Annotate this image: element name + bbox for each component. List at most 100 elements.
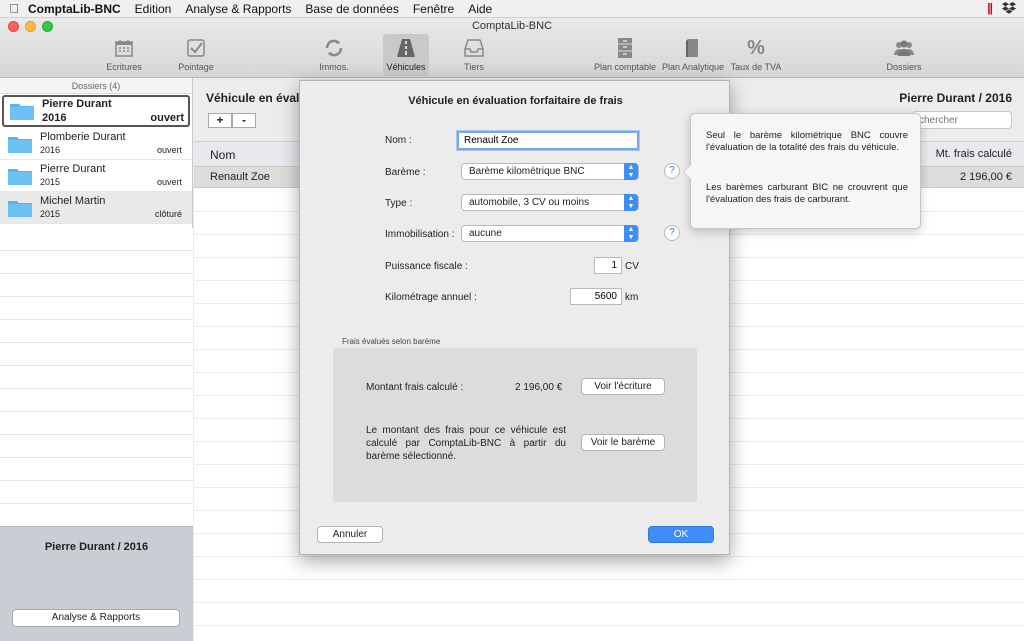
column-header-nom[interactable]: Nom (210, 148, 235, 162)
folder-year: 2016 (42, 112, 67, 124)
kilometrage-label: Kilométrage annuel : (385, 292, 477, 303)
menu-edition[interactable]: Edition (135, 2, 172, 16)
cell-nom: Renault Zoe (210, 171, 270, 183)
zoom-window-button[interactable] (42, 21, 53, 32)
current-dossier: Pierre Durant / 2016 (44, 541, 149, 553)
folder-status: ouvert (150, 112, 184, 124)
toolbar-label: Pointage (178, 62, 214, 72)
calendar-icon (115, 40, 133, 57)
type-label: Type : (385, 198, 413, 209)
sidebar-header: Dossiers (4) (0, 78, 192, 94)
nom-input[interactable] (457, 131, 639, 150)
road-icon (397, 39, 415, 57)
popover-paragraph: Les barèmes carburant BIC ne crouvrent q… (706, 182, 908, 205)
menubar:  ComptaLib-BNC Edition Analyse & Rappor… (0, 0, 1024, 18)
ok-button[interactable]: OK (648, 526, 714, 543)
sidebar-folder-item[interactable]: Michel Martin 2015 clôturé (0, 192, 192, 224)
toolbar-immos[interactable]: Immos. (312, 34, 356, 76)
toolbar-taux-tva[interactable]: % Taux de TVA (728, 34, 784, 76)
folder-icon (10, 104, 34, 120)
help-popover: Seul le barème kilométrique BNC couvre l… (683, 113, 921, 229)
cancel-button[interactable]: Annuler (317, 526, 383, 543)
folder-name: Michel Martin (40, 195, 106, 207)
toolbar-label: Taux de TVA (730, 62, 782, 72)
apple-icon[interactable]:  (0, 1, 28, 16)
close-window-button[interactable] (8, 21, 19, 32)
cell-montant: 2 196,00 € (960, 171, 1012, 183)
frais-group-box: Montant frais calculé : 2 196,00 € Voir … (333, 348, 697, 502)
folder-status: ouvert (156, 177, 182, 187)
people-icon (894, 40, 914, 56)
chevron-updown-icon: ▲ ▼ (624, 194, 638, 211)
folder-status: ouvert (156, 145, 182, 155)
toolbar: Ecritures Pointage Immos. Véhicules Tier… (0, 34, 1024, 78)
voir-ecriture-button[interactable]: Voir l'écriture (581, 378, 665, 395)
bareme-help-button[interactable]: ? (664, 163, 680, 179)
chevron-updown-icon: ▲ ▼ (624, 225, 638, 242)
puissance-label: Puissance fiscale : (385, 261, 468, 272)
voir-bareme-button[interactable]: Voir le barème (581, 434, 665, 451)
remove-button[interactable]: - (232, 113, 256, 128)
toolbar-plan-comptable[interactable]: Plan comptable (592, 34, 658, 76)
percent-icon: % (747, 36, 765, 59)
folder-year: 2016 (40, 145, 61, 155)
toolbar-vehicules[interactable]: Véhicules (383, 34, 429, 76)
montant-value: 2 196,00 € (515, 382, 563, 393)
vehicle-dialog: Véhicule en évaluation forfaitaire de fr… (299, 80, 730, 555)
folder-year: 2015 (40, 177, 61, 187)
toolbar-dossiers[interactable]: Dossiers (880, 34, 928, 76)
sidebar-folder-item[interactable]: Plomberie Durant 2016 ouvert (0, 128, 192, 160)
window-titlebar: ComptaLib-BNC (0, 18, 1024, 34)
folder-name: Plomberie Durant (40, 131, 126, 143)
search-input[interactable] (912, 111, 1012, 129)
type-select[interactable]: automobile, 3 CV ou moins ▲ ▼ (461, 194, 639, 211)
toolbar-label: Ecritures (106, 62, 142, 72)
immobilisation-select[interactable]: aucune ▲ ▼ (461, 225, 639, 242)
toolbar-pointage[interactable]: Pointage (172, 34, 220, 76)
nom-label: Nom : (385, 135, 412, 146)
add-button[interactable]: + (208, 113, 232, 128)
checkbox-icon (187, 39, 205, 57)
menu-app[interactable]: ComptaLib-BNC (28, 2, 121, 16)
toolbar-label: Plan comptable (593, 62, 657, 72)
puissance-unit: CV (625, 261, 639, 272)
puissance-input[interactable] (594, 257, 622, 274)
inbox-icon (464, 39, 484, 57)
window-title: ComptaLib-BNC (471, 20, 553, 32)
page-title: Véhicule en évalu (206, 91, 307, 105)
book-icon (686, 39, 698, 57)
analyse-rapports-button[interactable]: Analyse & Rapports (12, 609, 180, 627)
immobilisation-value: aucune (469, 228, 502, 239)
sidebar-folder-item[interactable]: Pierre Durant 2016 ouvert (2, 95, 190, 127)
column-header-montant[interactable]: Mt. frais calculé (936, 148, 1012, 160)
menu-analyse[interactable]: Analyse & Rapports (185, 2, 291, 16)
folder-year: 2015 (40, 209, 61, 219)
menu-base[interactable]: Base de données (305, 2, 398, 16)
sidebar: Dossiers (4) Pierre Durant 2016 ouvert P… (0, 78, 193, 641)
menu-aide[interactable]: Aide (468, 2, 492, 16)
toolbar-ecritures[interactable]: Ecritures (100, 34, 148, 76)
montant-label: Montant frais calculé : (366, 382, 464, 393)
bareme-label: Barème : (385, 167, 426, 178)
minimize-window-button[interactable] (25, 21, 36, 32)
toolbar-tiers[interactable]: Tiers (452, 34, 496, 76)
bareme-value: Barème kilométrique BNC (469, 166, 585, 177)
cabinet-icon (618, 38, 632, 58)
folder-status: clôturé (154, 209, 182, 219)
pause-icon[interactable]: || (987, 1, 993, 15)
popover-paragraph: Seul le barème kilométrique BNC couvre l… (706, 130, 908, 153)
immobilisation-help-button[interactable]: ? (664, 225, 680, 241)
sidebar-empty-rows (0, 228, 193, 526)
dossier-title: Pierre Durant / 2016 (899, 91, 1012, 105)
sidebar-footer: Pierre Durant / 2016 Analyse & Rapports (0, 526, 193, 641)
dropbox-icon[interactable] (1002, 2, 1016, 14)
kilometrage-input[interactable] (570, 288, 622, 305)
toolbar-plan-analytique[interactable]: Plan Analytique (661, 34, 725, 76)
bareme-select[interactable]: Barème kilométrique BNC ▲ ▼ (461, 163, 639, 180)
menu-fenetre[interactable]: Fenêtre (413, 2, 454, 16)
group-label: Frais évalués selon barème (342, 337, 441, 346)
folder-icon (8, 169, 32, 185)
folder-name: Pierre Durant (42, 98, 112, 110)
sidebar-folder-item[interactable]: Pierre Durant 2015 ouvert (0, 160, 192, 192)
folder-icon (8, 137, 32, 153)
